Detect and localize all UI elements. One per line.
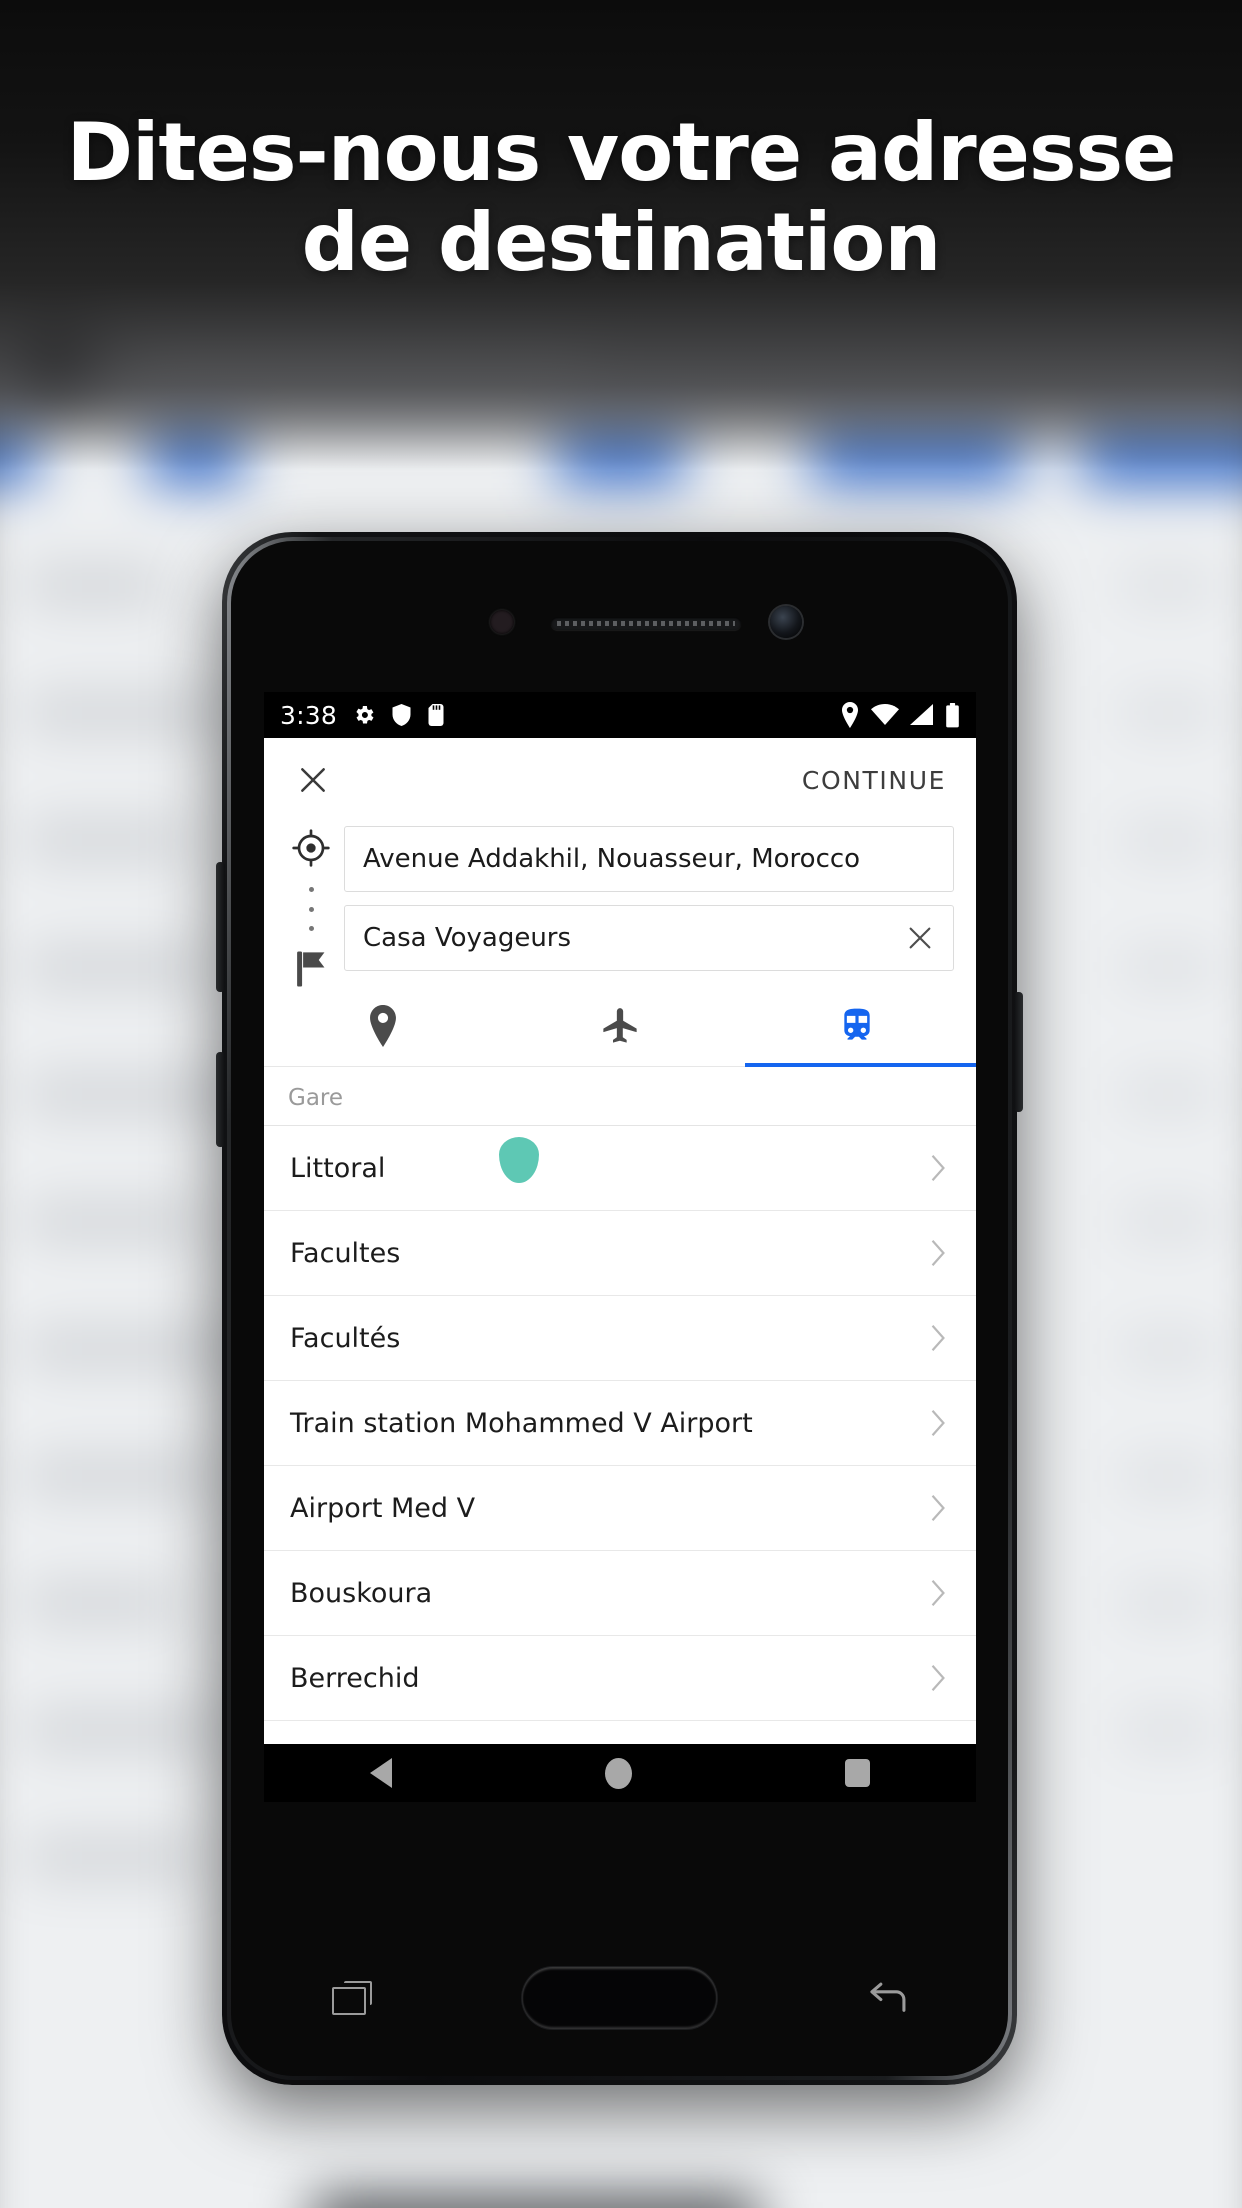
transport-mode-tabs xyxy=(264,985,976,1183)
list-item[interactable]: Facultes xyxy=(264,1211,976,1296)
train-icon xyxy=(844,1008,870,1040)
list-item[interactable]: Bouskoura xyxy=(264,1551,976,1636)
battery-icon xyxy=(946,702,959,727)
clear-destination-button[interactable] xyxy=(905,923,935,953)
list-item-label: Train station Mohammed V Airport xyxy=(290,1407,753,1439)
list-item-label: Littoral xyxy=(290,1152,386,1184)
destination-value: Casa Voyageurs xyxy=(363,923,572,953)
wifi-icon xyxy=(871,704,899,725)
chevron-right-icon xyxy=(926,1323,950,1353)
route-rail xyxy=(288,828,334,988)
crosshair-icon xyxy=(292,829,330,867)
volume-down-button[interactable] xyxy=(216,1052,225,1147)
address-section: Avenue Addakhil, Nouasseur, Morocco Casa… xyxy=(264,822,976,987)
app-toolbar: CONTINUE xyxy=(264,738,976,822)
chevron-right-icon xyxy=(926,1663,950,1693)
home-button[interactable] xyxy=(522,1966,717,2029)
close-icon xyxy=(909,927,931,949)
airplane-icon xyxy=(603,1007,637,1043)
chevron-right-icon xyxy=(926,1493,950,1523)
recents-icon[interactable] xyxy=(332,1980,372,2015)
cell-signal-icon xyxy=(910,704,933,725)
continue-button[interactable]: CONTINUE xyxy=(798,760,950,801)
chevron-right-icon xyxy=(926,1408,950,1438)
destination-input[interactable]: Casa Voyageurs xyxy=(344,905,954,971)
chevron-right-icon xyxy=(926,1578,950,1608)
route-dots xyxy=(308,868,314,950)
flag-icon xyxy=(297,951,325,987)
phone-screen: 3:38 CONTINUE Avenue Addakhil, Nouasseur… xyxy=(264,692,976,1802)
close-button[interactable] xyxy=(290,757,336,803)
list-item[interactable]: Airport Med V xyxy=(264,1466,976,1551)
home-icon[interactable] xyxy=(604,1757,632,1789)
origin-input[interactable]: Avenue Addakhil, Nouasseur, Morocco xyxy=(344,826,954,892)
tab-trains[interactable] xyxy=(739,985,976,1067)
list-item[interactable]: Berrechid xyxy=(264,1636,976,1721)
hardware-button-row xyxy=(222,1910,1017,2085)
list-item[interactable]: Train station Mohammed V Airport xyxy=(264,1381,976,1466)
origin-value: Avenue Addakhil, Nouasseur, Morocco xyxy=(363,844,861,874)
list-item[interactable]: Facultés xyxy=(264,1296,976,1381)
proximity-sensor-icon xyxy=(490,610,514,634)
active-tab-indicator xyxy=(744,1063,976,1067)
list-item-label: Bouskoura xyxy=(290,1577,433,1609)
status-bar-clock: 3:38 xyxy=(280,700,337,730)
list-item-label: Facultes xyxy=(290,1237,401,1269)
list-item-label: Facultés xyxy=(290,1322,401,1354)
volume-up-button[interactable] xyxy=(216,862,225,992)
list-item[interactable]: Littoral xyxy=(264,1126,976,1211)
sd-card-icon xyxy=(428,704,444,726)
back-icon[interactable] xyxy=(370,1758,393,1788)
recents-icon[interactable] xyxy=(844,1759,870,1787)
location-pin-icon xyxy=(841,702,859,728)
shield-icon xyxy=(392,704,411,726)
close-icon xyxy=(301,768,325,792)
earpiece-speaker xyxy=(551,617,741,630)
tab-places[interactable] xyxy=(264,985,501,1066)
map-pin-icon xyxy=(369,1004,396,1047)
phone-mockup: 3:38 CONTINUE Avenue Addakhil, Nouasseur… xyxy=(216,532,1023,2085)
results-list: Littoral Facultes Facultés Train station… xyxy=(264,1126,976,1802)
section-header: Gare xyxy=(264,1067,976,1126)
power-button[interactable] xyxy=(1014,992,1023,1112)
status-bar: 3:38 xyxy=(264,692,976,738)
front-camera-icon xyxy=(770,606,802,638)
gear-icon xyxy=(356,706,374,724)
screenshot-root: Dites-nous votre adresse de destination … xyxy=(0,0,1242,2208)
page-title: Dites-nous votre adresse de destination xyxy=(66,106,1177,289)
android-nav-bar xyxy=(264,1744,976,1802)
list-item-label: Berrechid xyxy=(290,1662,420,1694)
chevron-right-icon xyxy=(926,1238,950,1268)
chevron-right-icon xyxy=(926,1153,950,1183)
tab-flights[interactable] xyxy=(501,985,738,1066)
back-icon[interactable] xyxy=(867,1981,907,2015)
list-item-label: Airport Med V xyxy=(290,1492,476,1524)
